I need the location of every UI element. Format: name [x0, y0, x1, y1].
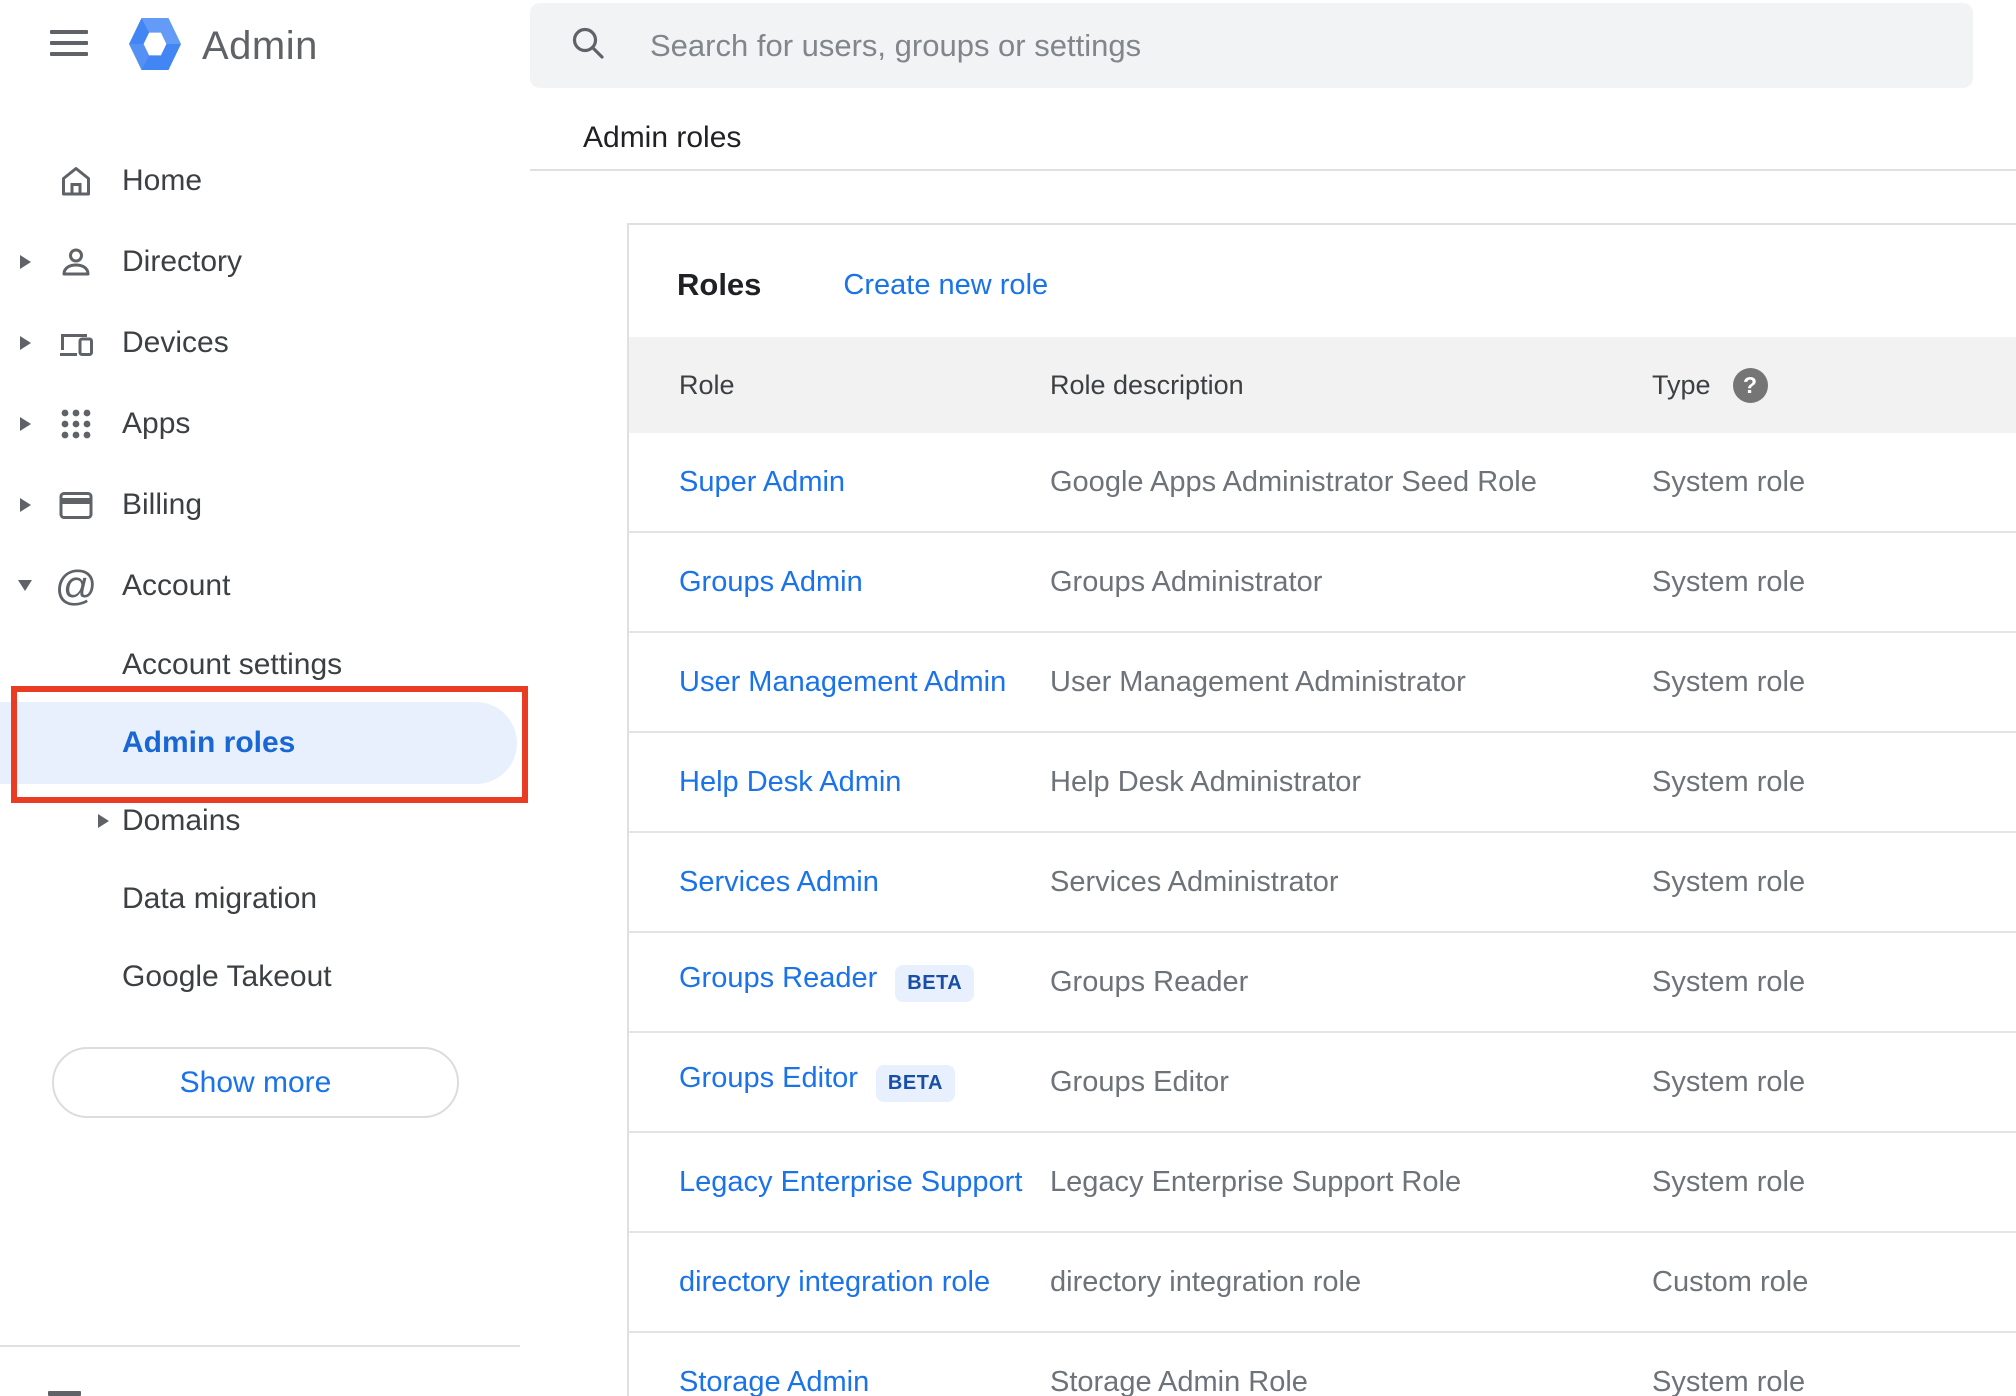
role-type: Custom role — [1652, 1265, 1809, 1298]
devices-icon — [56, 323, 96, 363]
table-row: Services Admin Services Administrator Sy… — [629, 833, 2016, 933]
role-link[interactable]: Groups Admin — [679, 566, 863, 598]
roles-table-body: Super Admin Google Apps Administrator Se… — [629, 433, 2016, 1396]
roles-card-header: Roles Create new role — [629, 225, 2016, 337]
create-new-role-link[interactable]: Create new role — [843, 269, 1048, 302]
table-row: Groups Admin Groups Administrator System… — [629, 533, 2016, 633]
table-row: Super Admin Google Apps Administrator Se… — [629, 433, 2016, 533]
role-type: System role — [1652, 565, 1806, 598]
sidebar: Admin Home Directory Devices Apps Billin… — [0, 0, 530, 1396]
account-subnav: Account settings Admin roles Domains Dat… — [0, 626, 530, 1016]
at-sign-icon: @ — [54, 561, 98, 609]
app-title: Admin — [202, 24, 318, 68]
sidebar-item-apps[interactable]: Apps — [0, 383, 530, 464]
sidebar-item-domains[interactable]: Domains — [0, 782, 530, 860]
table-row: Groups Reader BETA Groups Reader System r… — [629, 933, 2016, 1033]
table-row: Groups Editor BETA Groups Editor System r… — [629, 1033, 2016, 1133]
table-row: Storage Admin Storage Admin Role System … — [629, 1333, 2016, 1396]
column-header-type: Type — [1652, 369, 1711, 400]
expand-arrow-icon[interactable] — [19, 497, 31, 512]
role-description: Legacy Enterprise Support Role — [1050, 1165, 1462, 1198]
role-link[interactable]: User Management Admin — [679, 666, 1006, 698]
table-row: User Management Admin User Management Ad… — [629, 633, 2016, 733]
expand-arrow-icon[interactable] — [19, 254, 31, 269]
roles-table-header: Role Role description Type ? — [629, 337, 2016, 433]
collapse-arrow-icon[interactable] — [18, 580, 32, 591]
role-link[interactable]: Services Admin — [679, 866, 879, 898]
sidebar-item-admin-roles[interactable]: Admin roles — [0, 702, 530, 784]
sidebar-item-directory[interactable]: Directory — [0, 221, 530, 302]
breadcrumb-divider — [530, 169, 2016, 171]
search-icon — [568, 23, 608, 68]
role-description: Help Desk Administrator — [1050, 765, 1362, 798]
sidebar-item-label: Directory — [122, 244, 243, 278]
apps-grid-icon — [56, 404, 96, 444]
breadcrumb: Admin roles — [583, 121, 742, 154]
beta-badge: BETA — [895, 964, 975, 1002]
role-link[interactable]: Help Desk Admin — [679, 766, 901, 798]
roles-card: Roles Create new role Role Role descript… — [627, 223, 2016, 1396]
role-link[interactable]: Storage Admin — [679, 1366, 869, 1396]
admin-hexagon-icon — [128, 15, 182, 78]
partial-bottom-icon — [48, 1391, 81, 1396]
show-more-button[interactable]: Show more — [52, 1047, 459, 1118]
column-header-role: Role — [679, 369, 735, 400]
role-type: System role — [1652, 465, 1806, 498]
role-link[interactable]: Groups Editor — [679, 1062, 858, 1094]
search-bar — [530, 3, 1973, 88]
app-header: Admin — [0, 0, 530, 90]
table-row: Legacy Enterprise Support Legacy Enterpr… — [629, 1133, 2016, 1233]
role-link[interactable]: Legacy Enterprise Support — [679, 1166, 1022, 1198]
home-icon — [56, 161, 96, 201]
sidebar-item-data-migration[interactable]: Data migration — [0, 860, 530, 938]
role-description: directory integration role — [1050, 1265, 1362, 1298]
table-row: directory integration role directory int… — [629, 1233, 2016, 1333]
role-link[interactable]: Groups Reader — [679, 962, 877, 994]
role-type: System role — [1652, 1165, 1806, 1198]
sidebar-item-label: Home — [122, 163, 203, 197]
hamburger-menu-icon[interactable] — [50, 30, 88, 58]
column-header-description: Role description — [1050, 369, 1244, 400]
role-description: Groups Editor — [1050, 1065, 1229, 1098]
role-description: Services Administrator — [1050, 865, 1339, 898]
roles-title: Roles — [677, 267, 762, 302]
role-type: System role — [1652, 965, 1806, 998]
role-description: Groups Administrator — [1050, 565, 1323, 598]
sidebar-item-label: Account — [122, 568, 231, 602]
sidebar-item-devices[interactable]: Devices — [0, 302, 530, 383]
beta-badge: BETA — [875, 1064, 955, 1102]
role-type: System role — [1652, 865, 1806, 898]
expand-arrow-icon[interactable] — [98, 814, 109, 828]
help-icon[interactable]: ? — [1732, 367, 1768, 403]
sidebar-divider — [0, 1345, 520, 1347]
role-description: User Management Administrator — [1050, 665, 1466, 698]
expand-arrow-icon[interactable] — [19, 335, 31, 350]
sidebar-item-label: Billing — [122, 487, 203, 521]
role-type: System role — [1652, 765, 1806, 798]
billing-card-icon — [56, 485, 96, 525]
sidebar-item-billing[interactable]: Billing — [0, 464, 530, 545]
admin-logo[interactable]: Admin — [128, 15, 318, 78]
table-row: Help Desk Admin Help Desk Administrator … — [629, 733, 2016, 833]
role-type: System role — [1652, 1365, 1806, 1396]
role-type: System role — [1652, 665, 1806, 698]
role-description: Storage Admin Role — [1050, 1365, 1308, 1396]
sidebar-item-account-settings[interactable]: Account settings — [0, 626, 530, 704]
person-icon — [56, 242, 96, 282]
search-input[interactable] — [648, 26, 1852, 65]
sidebar-item-label: Devices — [122, 325, 229, 359]
expand-arrow-icon[interactable] — [19, 416, 31, 431]
sidebar-item-home[interactable]: Home — [0, 140, 530, 221]
sidebar-item-google-takeout[interactable]: Google Takeout — [0, 938, 530, 1016]
role-link[interactable]: directory integration role — [679, 1266, 990, 1298]
role-description: Google Apps Administrator Seed Role — [1050, 465, 1537, 498]
role-link[interactable]: Super Admin — [679, 466, 845, 498]
role-type: System role — [1652, 1065, 1806, 1098]
sidebar-nav: Home Directory Devices Apps Billing @ Ac… — [0, 140, 530, 626]
sidebar-item-label: Apps — [122, 406, 191, 440]
role-description: Groups Reader — [1050, 965, 1249, 998]
sidebar-item-account[interactable]: @ Account — [0, 545, 530, 626]
